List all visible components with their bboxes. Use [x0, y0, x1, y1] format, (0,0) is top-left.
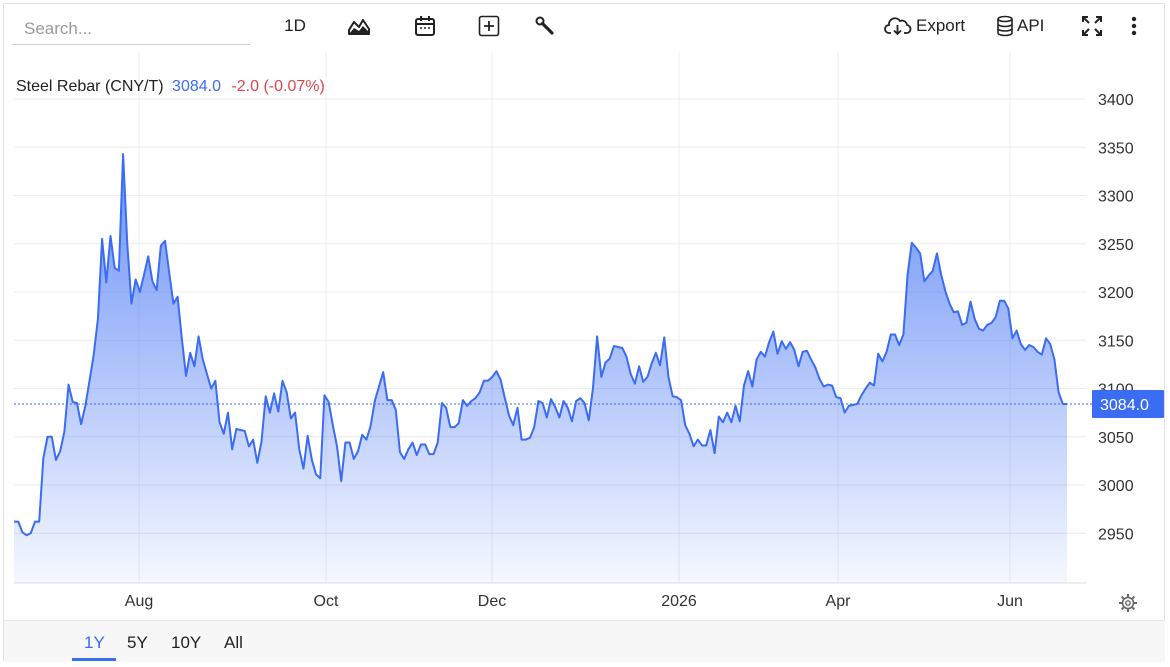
- compare-button[interactable]: [474, 12, 504, 40]
- add-compare-icon: [478, 15, 500, 37]
- export-button[interactable]: Export: [884, 12, 972, 40]
- active-range-indicator: [72, 658, 116, 661]
- fullscreen-icon: [1082, 16, 1102, 36]
- api-button[interactable]: API: [996, 12, 1054, 40]
- wrench-icon: [535, 16, 554, 35]
- chart-type-button[interactable]: [344, 12, 374, 40]
- search-box[interactable]: [12, 14, 250, 45]
- cloud-download-icon: [884, 17, 912, 36]
- chart-widget: [3, 3, 1165, 661]
- instrument-change: -2.0 (-0.07%): [231, 78, 325, 95]
- area-chart-icon: [348, 19, 370, 35]
- instrument-price: 3084.0: [172, 78, 221, 95]
- database-icon: [997, 15, 1013, 37]
- calendar-icon: [415, 16, 435, 36]
- more-options-button[interactable]: [1124, 12, 1144, 40]
- interval-button[interactable]: 1D: [278, 12, 312, 40]
- api-label: API: [1017, 16, 1045, 35]
- range-5y-button[interactable]: 5Y: [127, 633, 148, 653]
- settings-tools-button[interactable]: [530, 12, 560, 40]
- export-label: Export: [916, 16, 966, 35]
- range-all-button[interactable]: All: [224, 633, 243, 653]
- range-bar: 1Y 5Y 10Y All: [4, 620, 1165, 662]
- date-range-button[interactable]: [410, 12, 440, 40]
- range-1y-button[interactable]: 1Y: [84, 633, 105, 653]
- search-input[interactable]: [22, 14, 246, 44]
- range-10y-button[interactable]: 10Y: [171, 633, 201, 653]
- fullscreen-button[interactable]: [1078, 12, 1106, 40]
- more-vertical-icon: [1131, 16, 1137, 36]
- instrument-name: Steel Rebar (CNY/T): [16, 78, 164, 95]
- chart-legend: Steel Rebar (CNY/T) 3084.0 -2.0 (-0.07%): [16, 78, 325, 96]
